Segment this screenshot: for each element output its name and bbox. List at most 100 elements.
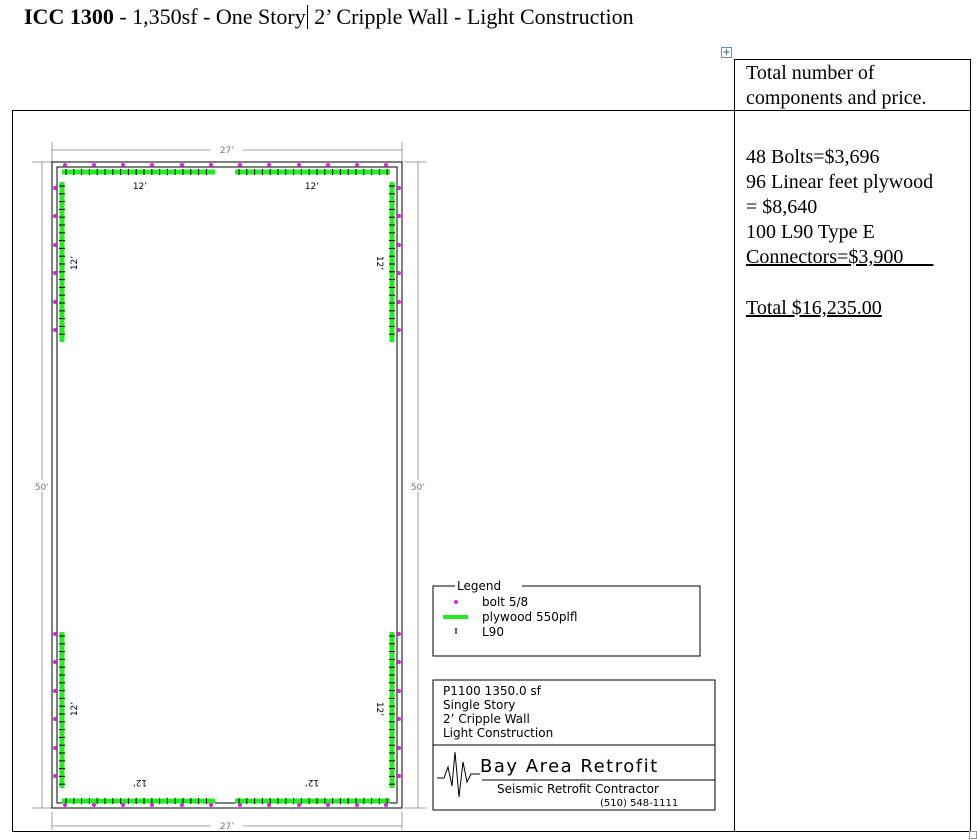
text-cursor (306, 5, 308, 29)
bolt-marker (121, 163, 125, 167)
outer-wall (51, 161, 403, 809)
bolt-marker (355, 803, 359, 807)
left-dimension-label: 50’ (35, 483, 49, 493)
bolt-marker (53, 689, 57, 693)
title-bold: ICC 1300 (24, 4, 114, 29)
bolt-marker (150, 163, 154, 167)
bolt-marker (63, 163, 67, 167)
bolt-marker (53, 774, 57, 778)
segment-label-top-right: 12’ (305, 182, 319, 192)
bolt-marker (53, 328, 57, 332)
legend-plywood-label: plywood 550plfl (482, 610, 577, 624)
document-title: ICC 1300 - 1,350sf - One Story 2’ Crippl… (24, 4, 634, 30)
bolt-marker (397, 328, 401, 332)
legend-bolt-symbol (454, 600, 458, 604)
bolt-marker (180, 803, 184, 807)
right-dimension-label: 50’ (411, 483, 425, 493)
bolt-marker (397, 660, 401, 664)
bolt-marker (53, 660, 57, 664)
bolts-line: 48 Bolts=$3,696 (746, 146, 880, 168)
bolt-marker (238, 163, 242, 167)
bolt-marker (53, 243, 57, 247)
bolt-marker (53, 271, 57, 275)
bolt-marker (397, 632, 401, 636)
table-border-right (970, 59, 971, 832)
inner-wall (56, 166, 398, 804)
bolt-marker (397, 774, 401, 778)
top-dimension-label: 27’ (220, 146, 234, 156)
company-name: Bay Area Retrofit (480, 756, 659, 777)
floor-plan-drawing: 27’ 27’ 50’ 50’ 12’ 12’ 12’ 12’ 12’ 12’ … (30, 142, 716, 830)
bolt-marker (397, 689, 401, 693)
table-border-top-right (734, 59, 971, 60)
plywood-line: 96 Linear feet plywood (746, 171, 934, 193)
bolt-marker (53, 746, 57, 750)
title-block-line-1: P1100 1350.0 sf (443, 684, 542, 698)
segment-label-left-top: 12’ (70, 256, 80, 270)
segment-label-left-bottom: 12’ (70, 702, 80, 716)
bolt-marker (397, 717, 401, 721)
bolt-marker (53, 717, 57, 721)
total-price: Total $16,235.00 (746, 297, 882, 319)
legend-l90-label: L90 (482, 625, 504, 639)
connectors-line: 100 L90 Type E (746, 221, 875, 243)
segment-label-right-bottom: 12’ (374, 702, 384, 716)
plywood-layer (59, 169, 395, 804)
plywood-price-line: = $8,640 (746, 196, 818, 218)
title-part-2: 2’ Cripple Wall - Light Construction (308, 4, 634, 29)
title-block-line-4: Light Construction (443, 726, 553, 740)
segment-label-top-left: 12’ (133, 182, 147, 192)
bolt-marker (209, 803, 213, 807)
segment-label-right-top: 12’ (374, 256, 384, 270)
bolt-marker (53, 632, 57, 636)
bolt-marker (63, 803, 67, 807)
table-move-handle-icon[interactable]: + (721, 47, 732, 58)
bolt-marker (397, 300, 401, 304)
table-divider (734, 59, 735, 832)
components-header-1: Total number of (746, 62, 875, 84)
bolt-marker (397, 214, 401, 218)
bolt-marker (326, 803, 330, 807)
seismograph-logo-icon (437, 751, 480, 798)
bolt-marker (326, 163, 330, 167)
bolt-marker (267, 803, 271, 807)
bolt-marker (53, 300, 57, 304)
title-block: P1100 1350.0 sf Single Story 2’ Cripple … (432, 679, 716, 811)
bolt-marker (238, 803, 242, 807)
bolt-marker (267, 163, 271, 167)
components-header-2: components and price. (746, 87, 927, 109)
connectors-price-line: Connectors=$3,900___ (746, 246, 934, 268)
bolt-marker (53, 214, 57, 218)
title-block-line-3: 2’ Cripple Wall (443, 712, 530, 726)
title-part-1: - 1,350sf - One Story (113, 4, 306, 29)
company-subtitle: Seismic Retrofit Contractor (497, 782, 659, 796)
bolt-marker (384, 803, 388, 807)
segment-label-bottom-left: 12’ (133, 777, 147, 787)
legend-bolt-label: bolt 5/8 (482, 595, 528, 609)
legend-title: Legend (457, 579, 501, 593)
company-phone: (510) 548-1111 (600, 798, 678, 809)
bolt-marker (180, 163, 184, 167)
legend-box: Legend bolt 5/8 plywood 550plfl L90 (432, 579, 701, 657)
bolt-marker (397, 746, 401, 750)
bolt-layer (53, 163, 401, 807)
bottom-dimension-label: 27’ (220, 822, 234, 830)
bolt-marker (53, 186, 57, 190)
bolt-marker (355, 163, 359, 167)
title-block-line-2: Single Story (443, 698, 515, 712)
dimension-lines (32, 142, 427, 830)
bolt-marker (397, 271, 401, 275)
bolt-marker (384, 163, 388, 167)
l90-layer (59, 169, 395, 804)
table-border-bottom (12, 831, 971, 832)
bolt-marker (121, 803, 125, 807)
bolt-marker (297, 803, 301, 807)
segment-label-bottom-right: 12’ (305, 777, 319, 787)
bolt-marker (209, 163, 213, 167)
bolt-marker (92, 803, 96, 807)
bolt-marker (397, 243, 401, 247)
bolt-marker (297, 163, 301, 167)
bolt-marker (150, 803, 154, 807)
bolt-marker (397, 186, 401, 190)
bolt-marker (92, 163, 96, 167)
